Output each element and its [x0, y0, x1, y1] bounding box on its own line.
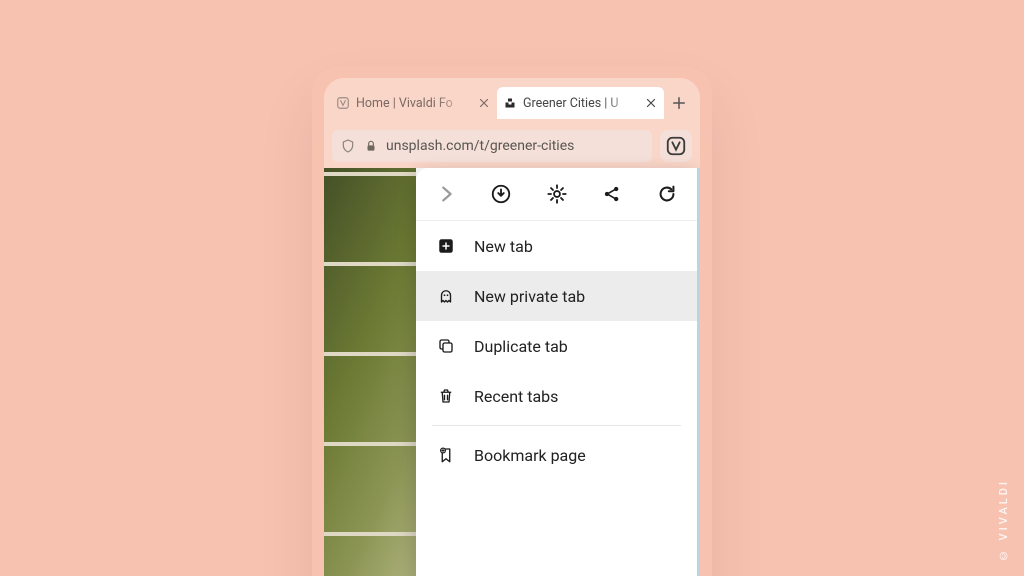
address-row: unsplash.com/t/greener-cities — [324, 122, 700, 174]
tab-title: Home | Vivaldi Fo — [356, 96, 471, 111]
duplicate-icon — [436, 336, 456, 356]
menu-item-duplicate-tab[interactable]: Duplicate tab — [416, 321, 697, 371]
reload-icon[interactable] — [655, 182, 679, 206]
address-url: unsplash.com/t/greener-cities — [386, 138, 644, 154]
menu-item-new-private-tab[interactable]: New private tab — [416, 271, 697, 321]
menu-item-new-tab[interactable]: New tab — [416, 221, 697, 271]
menu-item-bookmark-page[interactable]: Bookmark page — [416, 430, 697, 480]
menu-separator — [432, 425, 681, 426]
phone-frame: Home | Vivaldi Fo Greener Cities | U — [312, 66, 712, 576]
downloads-icon[interactable] — [489, 182, 513, 206]
chevron-right-icon[interactable] — [434, 182, 458, 206]
lock-icon — [364, 139, 378, 153]
page-photo — [324, 168, 416, 576]
browser-menu: New tab New private tab Duplicate tab — [416, 168, 700, 576]
menu-item-label: New private tab — [474, 287, 585, 306]
tab-title: Greener Cities | U — [523, 96, 638, 111]
phone-screen: Home | Vivaldi Fo Greener Cities | U — [324, 78, 700, 576]
tab-greener-cities[interactable]: Greener Cities | U — [497, 87, 664, 119]
vivaldi-menu-button[interactable] — [660, 130, 692, 162]
new-tab-button[interactable] — [664, 88, 694, 118]
menu-item-label: Recent tabs — [474, 387, 558, 406]
menu-item-label: New tab — [474, 237, 533, 256]
tab-strip: Home | Vivaldi Fo Greener Cities | U — [324, 78, 700, 122]
menu-item-label: Duplicate tab — [474, 337, 568, 356]
vivaldi-icon — [336, 96, 350, 110]
menu-toolbar — [416, 168, 697, 221]
shield-icon — [340, 138, 356, 154]
tab-home[interactable]: Home | Vivaldi Fo — [330, 87, 497, 119]
page-content: New tab New private tab Duplicate tab — [324, 168, 700, 576]
menu-item-recent-tabs[interactable]: Recent tabs — [416, 371, 697, 421]
bookmark-add-icon — [436, 445, 456, 465]
plus-box-icon — [436, 236, 456, 256]
watermark: © VIVALDI — [997, 479, 1010, 562]
close-icon[interactable] — [644, 96, 658, 110]
ghost-icon — [436, 286, 456, 306]
gear-icon[interactable] — [545, 182, 569, 206]
share-icon[interactable] — [600, 182, 624, 206]
trash-icon — [436, 386, 456, 406]
unsplash-icon — [503, 96, 517, 110]
close-icon[interactable] — [477, 96, 491, 110]
address-bar[interactable]: unsplash.com/t/greener-cities — [332, 130, 652, 162]
menu-item-label: Bookmark page — [474, 446, 586, 465]
